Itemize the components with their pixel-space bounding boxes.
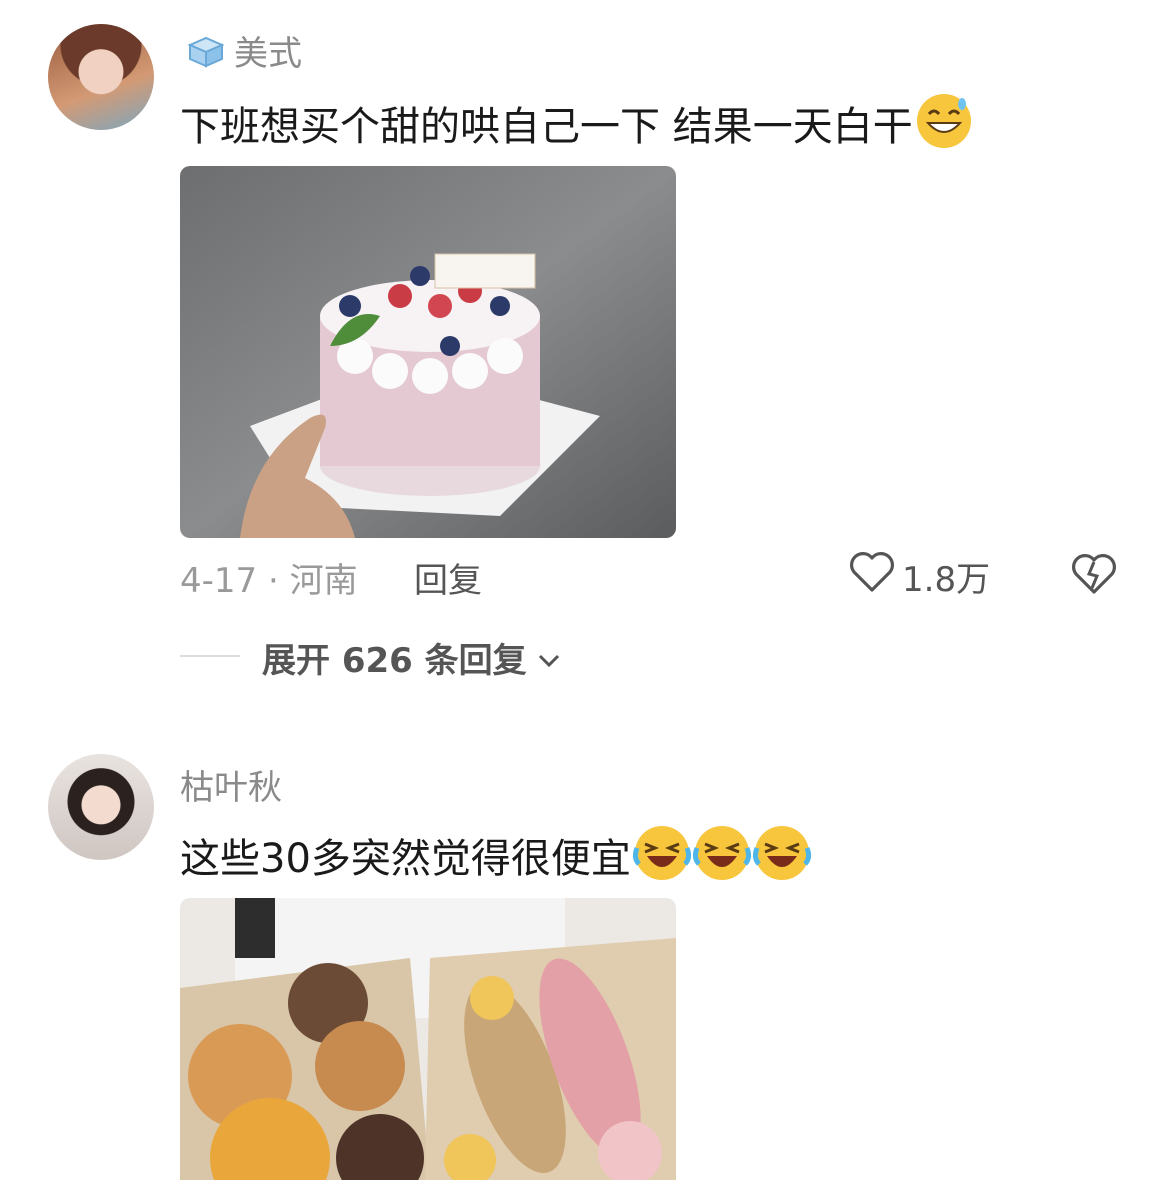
cake-photo[interactable] — [180, 166, 676, 538]
grinning-sweat-emoji-icon — [915, 92, 973, 150]
like-count: 1.8万 — [902, 560, 991, 600]
comment-text: 下班想买个甜的哄自己一下 结果一天白干 — [180, 92, 973, 152]
expand-label: 展开 626 条回复 — [262, 641, 527, 681]
comment-text-content: 这些30多突然觉得很便宜 — [180, 836, 631, 882]
chevron-down-icon — [537, 638, 561, 678]
broken-heart-icon — [1070, 554, 1118, 600]
pastry-photo[interactable] — [180, 898, 676, 1180]
heart-icon — [848, 550, 896, 603]
ice-cube-icon — [186, 35, 226, 69]
avatar[interactable] — [48, 24, 154, 130]
divider-line — [180, 655, 240, 657]
expand-replies-button[interactable]: 展开 626 条回复 — [262, 633, 561, 682]
username[interactable]: 枯叶秋 — [180, 760, 282, 809]
rolling-laughing-emoji-icon — [632, 824, 691, 882]
dislike-button[interactable] — [1070, 552, 1118, 600]
username[interactable]: 美式 — [186, 26, 302, 75]
date-location: 4-17 · 河南 — [180, 561, 358, 601]
comment-text-content: 下班想买个甜的哄自己一下 结果一天白干 — [180, 104, 913, 150]
rolling-laughing-emoji-icon — [752, 824, 811, 882]
avatar[interactable] — [48, 754, 154, 860]
rolling-laughing-emoji-icon — [692, 824, 751, 882]
like-button[interactable]: 1.8万 — [848, 550, 990, 603]
reply-button[interactable]: 回复 — [414, 553, 482, 602]
username-text: 美式 — [234, 34, 302, 74]
comment-text: 这些30多突然觉得很便宜 — [180, 824, 811, 884]
